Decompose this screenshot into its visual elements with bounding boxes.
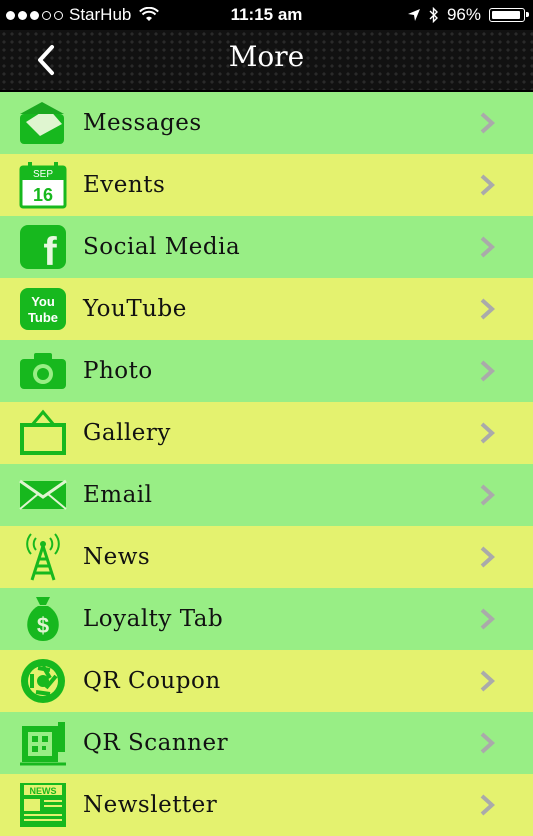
svg-text:f: f xyxy=(43,230,57,271)
camera-icon xyxy=(17,345,69,397)
menu-item-label: News xyxy=(83,544,151,570)
chevron-right-icon xyxy=(480,422,495,444)
picture-frame-icon xyxy=(17,407,69,459)
bluetooth-icon xyxy=(429,7,438,23)
svg-text:Tube: Tube xyxy=(28,310,58,325)
svg-text:SEP: SEP xyxy=(33,169,53,180)
message-envelope-icon xyxy=(17,97,69,149)
menu-item-label: Gallery xyxy=(83,420,171,446)
menu-item-label: Messages xyxy=(83,110,202,136)
menu-item-email[interactable]: Email xyxy=(0,464,533,526)
menu-item-social-media[interactable]: f Social Media xyxy=(0,216,533,278)
antenna-icon xyxy=(17,531,69,583)
menu-item-label: Photo xyxy=(83,358,153,384)
menu-item-qr-coupon[interactable]: QR Coupon xyxy=(0,650,533,712)
location-arrow-icon xyxy=(407,9,420,21)
menu-item-label: Loyalty Tab xyxy=(83,606,224,632)
navigation-bar: More xyxy=(0,30,533,92)
menu-item-events[interactable]: SEP 16 Events xyxy=(0,154,533,216)
menu-item-loyalty-tab[interactable]: $ Loyalty Tab xyxy=(0,588,533,650)
battery-icon xyxy=(489,8,529,22)
chevron-right-icon xyxy=(480,236,495,258)
menu-item-gallery[interactable]: Gallery xyxy=(0,402,533,464)
svg-text:NEWS: NEWS xyxy=(30,786,57,796)
chevron-right-icon xyxy=(480,794,495,816)
chevron-right-icon xyxy=(480,112,495,134)
menu-item-photo[interactable]: Photo xyxy=(0,340,533,402)
menu-item-label: Newsletter xyxy=(83,792,218,818)
chevron-right-icon xyxy=(480,670,495,692)
aperture-icon xyxy=(17,655,69,707)
chevron-right-icon xyxy=(480,298,495,320)
menu-item-news[interactable]: News xyxy=(0,526,533,588)
youtube-icon: You Tube xyxy=(17,283,69,335)
menu-item-label: Social Media xyxy=(83,234,241,260)
chevron-right-icon xyxy=(480,484,495,506)
menu-item-messages[interactable]: Messages xyxy=(0,92,533,154)
svg-text:16: 16 xyxy=(33,185,53,205)
battery-percentage: 96% xyxy=(446,5,481,24)
email-icon xyxy=(17,469,69,521)
status-right: 96% xyxy=(407,5,529,25)
money-bag-icon: $ xyxy=(17,593,69,645)
menu-item-label: Email xyxy=(83,482,153,508)
menu-item-label: YouTube xyxy=(83,296,187,322)
chevron-right-icon xyxy=(480,608,495,630)
facebook-icon: f xyxy=(17,221,69,273)
menu-item-newsletter[interactable]: NEWS Newsletter xyxy=(0,774,533,836)
page-title: More xyxy=(228,40,305,73)
status-bar: StarHub 11:15 am 96% xyxy=(0,0,533,30)
qr-scanner-icon xyxy=(17,717,69,769)
chevron-right-icon xyxy=(480,174,495,196)
menu-item-label: QR Coupon xyxy=(83,668,221,694)
menu-list: Messages SEP 16 Events f Social Media Yo… xyxy=(0,92,533,836)
newspaper-icon: NEWS xyxy=(17,779,69,831)
menu-item-qr-scanner[interactable]: QR Scanner xyxy=(0,712,533,774)
menu-item-youtube[interactable]: You Tube YouTube xyxy=(0,278,533,340)
calendar-icon: SEP 16 xyxy=(17,159,69,211)
menu-item-label: Events xyxy=(83,172,166,198)
chevron-right-icon xyxy=(480,732,495,754)
chevron-right-icon xyxy=(480,546,495,568)
svg-text:$: $ xyxy=(37,613,49,638)
chevron-right-icon xyxy=(480,360,495,382)
menu-item-label: QR Scanner xyxy=(83,730,229,756)
svg-text:You: You xyxy=(31,294,55,309)
